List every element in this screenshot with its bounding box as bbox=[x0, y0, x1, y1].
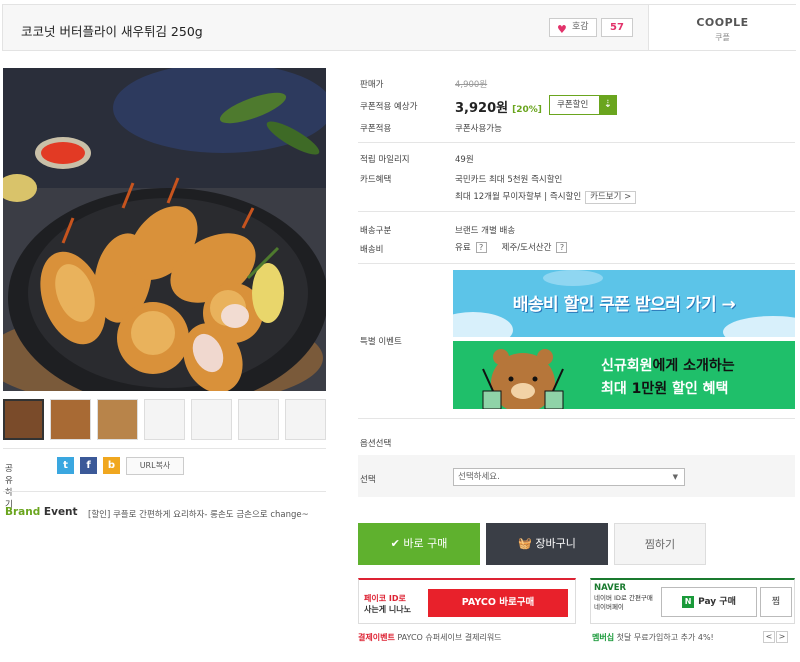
new-member-line2: 최대 1만원 할인 혜택 bbox=[601, 381, 729, 397]
coupon-status: 쿠폰사용가능 bbox=[455, 124, 502, 134]
brand-subname: 쿠플 bbox=[715, 33, 730, 42]
label-delivery-type: 배송구분 bbox=[360, 226, 392, 236]
twitter-icon[interactable]: t bbox=[57, 457, 74, 474]
option-label: 선택 bbox=[360, 475, 376, 485]
divider bbox=[358, 263, 795, 264]
payco-buy-button[interactable]: PAYCO 바로구매 bbox=[428, 589, 568, 617]
thumbnail-empty bbox=[191, 399, 232, 440]
brand-name: COOPLE bbox=[696, 16, 749, 29]
card-view-button[interactable]: 카드보기 > bbox=[585, 191, 637, 204]
product-header: 코코넛 버터플라이 새우튀김 250g ♥ 호감 57 COOPLE 쿠플 bbox=[2, 4, 796, 51]
delivery-type: 브랜드 개별 배송 bbox=[455, 226, 516, 236]
payco-event[interactable]: 결제이벤트 PAYCO 슈퍼세이브 결제리워드 bbox=[358, 632, 502, 643]
divider bbox=[3, 491, 326, 492]
like-button[interactable]: ♥ 호감 bbox=[549, 18, 597, 37]
brand-link[interactable]: COOPLE 쿠플 bbox=[648, 5, 796, 50]
label-mileage: 적립 마일리지 bbox=[360, 155, 410, 165]
thumbnail[interactable] bbox=[3, 399, 44, 440]
new-member-line1: 신규회원에게 소개하는 bbox=[601, 358, 735, 374]
divider bbox=[358, 418, 795, 419]
naver-n-icon: N bbox=[682, 596, 695, 608]
share-label: 공유하기 bbox=[5, 464, 13, 510]
naver-event-pager: < > bbox=[762, 631, 788, 643]
brand-event: Brand Event [할인] 쿠플로 간편하게 요리하자- 롱손도 금손으로… bbox=[5, 506, 309, 520]
product-title: 코코넛 버터플라이 새우튀김 250g bbox=[21, 24, 203, 39]
card-benefit-2: 최대 12개월 무이자할부 | 즉시할인 카드보기 > bbox=[455, 190, 637, 204]
naver-pay-box: NAVER 네이버 ID로 간편구매 네이버페이 N Pay 구매 찜 bbox=[590, 578, 795, 624]
label-delivery-fee: 배송비 bbox=[360, 245, 384, 255]
cart-button[interactable]: 🧺 장바구니 bbox=[486, 523, 608, 565]
divider bbox=[3, 448, 326, 449]
card-benefit-1: 국민카드 최대 5천원 즉시할인 bbox=[455, 175, 563, 185]
buy-now-button[interactable]: ✔ 바로 구매 bbox=[358, 523, 480, 565]
thumbnail[interactable] bbox=[97, 399, 138, 440]
like-label: 호감 bbox=[572, 22, 589, 32]
payco-box: 페이코 ID로 사는게 니나노 PAYCO 바로구매 bbox=[358, 578, 576, 624]
heart-icon: ♥ bbox=[557, 23, 567, 36]
option-section-title: 옵션선택 bbox=[360, 439, 392, 449]
download-icon: ⇣ bbox=[599, 95, 617, 115]
thumbnail-empty bbox=[285, 399, 326, 440]
like-count: 57 bbox=[601, 18, 633, 37]
kakaostory-icon[interactable]: b bbox=[103, 457, 120, 474]
basket-icon: 🧺 bbox=[518, 537, 536, 550]
naver-desc: 네이버 ID로 간편구매 네이버페이 bbox=[594, 594, 653, 611]
thumbnail-empty bbox=[144, 399, 185, 440]
divider bbox=[358, 211, 795, 212]
label-coupon-price: 쿠폰적용 예상가 bbox=[360, 102, 418, 112]
check-icon: ✔ bbox=[390, 537, 404, 550]
wishlist-button[interactable]: 찜하기 bbox=[614, 523, 706, 565]
naver-logo: NAVER bbox=[594, 583, 627, 593]
coupon-discount-button[interactable]: 쿠폰할인 ⇣ bbox=[549, 95, 617, 115]
label-price: 판매가 bbox=[360, 80, 384, 90]
delivery-coupon-text: 배송비 할인 쿠폰 받으러 가기 → bbox=[512, 295, 736, 315]
delivery-fee: 유료? 제주/도서산간? bbox=[455, 241, 568, 253]
product-main-image bbox=[3, 68, 326, 391]
naver-event[interactable]: 멤버십 첫달 무료가입하고 추가 4%! bbox=[592, 632, 714, 643]
next-arrow-icon[interactable]: > bbox=[776, 631, 788, 643]
chevron-down-icon: ▼ bbox=[672, 473, 678, 481]
bear-illustration bbox=[482, 349, 564, 409]
coupon-price: 3,920원 [20%] bbox=[455, 101, 542, 116]
thumbnail[interactable] bbox=[50, 399, 91, 440]
label-coupon: 쿠폰적용 bbox=[360, 124, 392, 134]
naver-pay-button[interactable]: N Pay 구매 bbox=[661, 587, 757, 617]
mileage-value: 49원 bbox=[455, 155, 474, 165]
label-special-event: 특별 이벤트 bbox=[360, 337, 402, 347]
help-icon[interactable]: ? bbox=[556, 242, 568, 253]
prev-arrow-icon[interactable]: < bbox=[763, 631, 775, 643]
url-copy-button[interactable]: URL복사 bbox=[126, 457, 184, 475]
brand-event-link[interactable]: [할인] 쿠플로 간편하게 요리하자- 롱손도 금손으로 change~ bbox=[88, 508, 328, 520]
option-select[interactable]: 선택하세요. ▼ bbox=[453, 468, 685, 486]
payco-label: 페이코 ID로 사는게 니나노 bbox=[364, 594, 411, 614]
naver-wish-button[interactable]: 찜 bbox=[760, 587, 792, 617]
delivery-coupon-banner[interactable]: 배송비 할인 쿠폰 받으러 가기 → bbox=[453, 270, 795, 337]
original-price: 4,900원 bbox=[455, 80, 488, 90]
thumbnail-empty bbox=[238, 399, 279, 440]
divider bbox=[358, 142, 795, 143]
facebook-icon[interactable]: f bbox=[80, 457, 97, 474]
label-card-benefit: 카드혜택 bbox=[360, 175, 392, 185]
new-member-banner[interactable]: 신규회원에게 소개하는 최대 1만원 할인 혜택 bbox=[453, 341, 795, 409]
help-icon[interactable]: ? bbox=[475, 242, 487, 253]
brand-event-title: Brand Event bbox=[5, 506, 78, 518]
